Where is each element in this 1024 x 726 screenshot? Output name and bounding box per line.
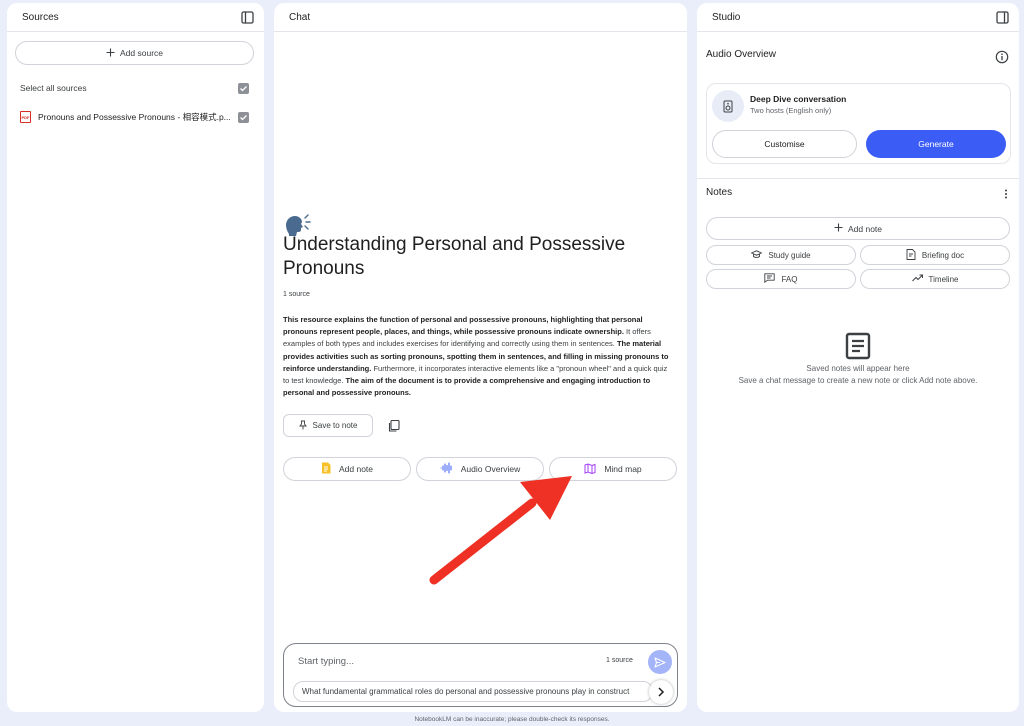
deep-dive-subtitle: Two hosts (English only) xyxy=(750,106,832,115)
add-note-label: Add note xyxy=(338,464,374,474)
trend-icon xyxy=(911,274,923,284)
sources-header: Sources xyxy=(7,3,264,32)
add-source-button[interactable]: Add source xyxy=(15,41,254,65)
disclaimer-footer: NotebookLM can be inaccurate; please dou… xyxy=(414,716,610,723)
divider xyxy=(697,178,1019,179)
chevron-right-icon xyxy=(658,687,665,697)
chat-header: Chat xyxy=(274,3,687,32)
document-title: Understanding Personal and Possessive Pr… xyxy=(283,234,626,279)
sources-panel: Sources Add source Select all sources PD… xyxy=(7,3,264,712)
plus-icon xyxy=(106,48,115,59)
customise-button[interactable]: Customise xyxy=(712,130,857,158)
mind-map-label: Mind map xyxy=(604,464,642,474)
collapse-right-panel-icon[interactable] xyxy=(995,10,1009,24)
select-all-label: Select all sources xyxy=(20,83,87,93)
faq-button[interactable]: FAQ xyxy=(706,269,856,289)
annotation-arrow xyxy=(429,476,572,585)
faq-label: FAQ xyxy=(781,274,798,284)
studio-header: Studio xyxy=(697,3,1019,32)
studio-panel: Studio Audio Overview Deep Dive conversa… xyxy=(697,3,1019,712)
sources-title: Sources xyxy=(22,11,59,23)
add-note-button[interactable]: Add note xyxy=(283,457,411,481)
notes-empty-subtitle: Save a chat message to create a new note… xyxy=(738,376,978,385)
source-item-label: Pronouns and Possessive Pronouns - 相容模式.… xyxy=(38,112,231,122)
generate-button[interactable]: Generate xyxy=(866,130,1006,158)
study-guide-button[interactable]: Study guide xyxy=(706,245,856,265)
info-icon[interactable] xyxy=(995,50,1009,64)
suggested-question-chip[interactable]: What fundamental grammatical roles do pe… xyxy=(293,681,653,702)
send-icon xyxy=(654,656,666,668)
send-button[interactable] xyxy=(648,650,672,674)
note-icon xyxy=(321,462,331,476)
notes-empty-icon xyxy=(845,332,871,360)
timeline-label: Timeline xyxy=(928,274,959,284)
more-options-icon[interactable] xyxy=(1003,187,1009,199)
briefing-doc-button[interactable]: Briefing doc xyxy=(860,245,1010,265)
studio-add-note-button[interactable]: Add note xyxy=(706,217,1010,240)
chat-title: Chat xyxy=(289,11,311,23)
faq-icon xyxy=(764,273,776,285)
collapse-left-panel-icon[interactable] xyxy=(240,10,254,24)
document-edit-icon xyxy=(906,248,916,262)
plus-icon xyxy=(834,223,843,234)
notes-empty-title: Saved notes will appear here xyxy=(806,364,910,373)
next-suggestion-button[interactable] xyxy=(649,680,673,704)
source-item-checkbox[interactable] xyxy=(238,111,249,123)
save-to-note-button[interactable]: Save to note xyxy=(283,414,373,437)
study-guide-label: Study guide xyxy=(768,250,811,260)
graduation-cap-icon xyxy=(750,249,763,261)
chat-panel: Chat Understanding Personal and Possessi… xyxy=(274,3,687,712)
copy-icon[interactable] xyxy=(387,419,401,433)
briefing-doc-label: Briefing doc xyxy=(921,250,965,260)
chat-composer[interactable]: Start typing... 1 source What fundamenta… xyxy=(283,643,678,707)
deep-dive-title: Deep Dive conversation xyxy=(750,94,847,104)
select-all-checkbox[interactable] xyxy=(238,82,249,94)
pin-icon xyxy=(298,420,307,432)
document-summary: This resource explains the function of p… xyxy=(283,314,673,399)
timeline-button[interactable]: Timeline xyxy=(860,269,1010,289)
source-item[interactable]: PDF Pronouns and Possessive Pronouns - 相… xyxy=(20,108,249,126)
add-source-label: Add source xyxy=(120,48,163,58)
select-all-row[interactable]: Select all sources xyxy=(20,80,249,96)
audio-overview-title: Audio Overview xyxy=(706,49,777,60)
notes-title: Notes xyxy=(706,187,733,198)
save-to-note-label: Save to note xyxy=(312,421,358,430)
studio-add-note-label: Add note xyxy=(847,223,883,234)
composer-source-count: 1 source xyxy=(606,657,633,664)
speaker-icon xyxy=(712,90,744,122)
summary-segment: This resource explains the function of p… xyxy=(283,315,643,337)
studio-title: Studio xyxy=(712,11,741,23)
map-icon xyxy=(584,462,596,476)
chat-input[interactable]: Start typing... xyxy=(298,656,354,667)
deep-dive-card: Deep Dive conversation Two hosts (Englis… xyxy=(706,83,1011,164)
source-count: 1 source xyxy=(283,291,310,298)
pdf-icon: PDF xyxy=(20,111,31,123)
